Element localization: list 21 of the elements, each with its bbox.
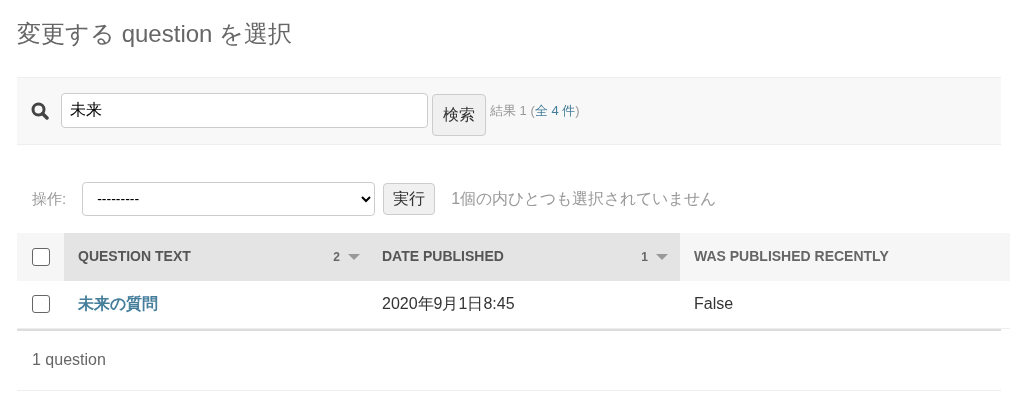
column-header[interactable]: QUESTION TEXT [64, 232, 314, 281]
run-button[interactable]: 実行 [383, 183, 436, 215]
page-title: 変更する question を選択 [17, 20, 294, 49]
select-all-checkbox[interactable] [31, 247, 50, 266]
column-header[interactable]: WAS PUBLISHED RECENTLY [680, 232, 1010, 281]
row-checkbox[interactable] [31, 295, 50, 314]
table-cell-text: 2020年9月1日8:45 [382, 294, 515, 315]
sort-priority[interactable]: 1 [641, 247, 648, 266]
search-button[interactable]: 検索 [432, 93, 486, 136]
table-cell-text: False [694, 294, 734, 315]
result-summary: 1 question [32, 350, 106, 371]
search-icon [31, 101, 49, 120]
result-count: 結果 1 (全 4 件) [490, 102, 580, 121]
action-select[interactable]: --------- [82, 181, 376, 216]
selection-status: 1個の内ひとつも選択されていません [451, 188, 717, 209]
show-all-link[interactable]: 全 4 件 [534, 103, 576, 119]
action-label: 操作: [32, 188, 67, 209]
column-header[interactable]: DATE PUBLISHED [372, 232, 622, 281]
question-link[interactable]: 未来の質問 [78, 292, 158, 317]
search-field[interactable]: 未来 [61, 93, 428, 129]
sort-priority[interactable]: 2 [333, 247, 340, 266]
